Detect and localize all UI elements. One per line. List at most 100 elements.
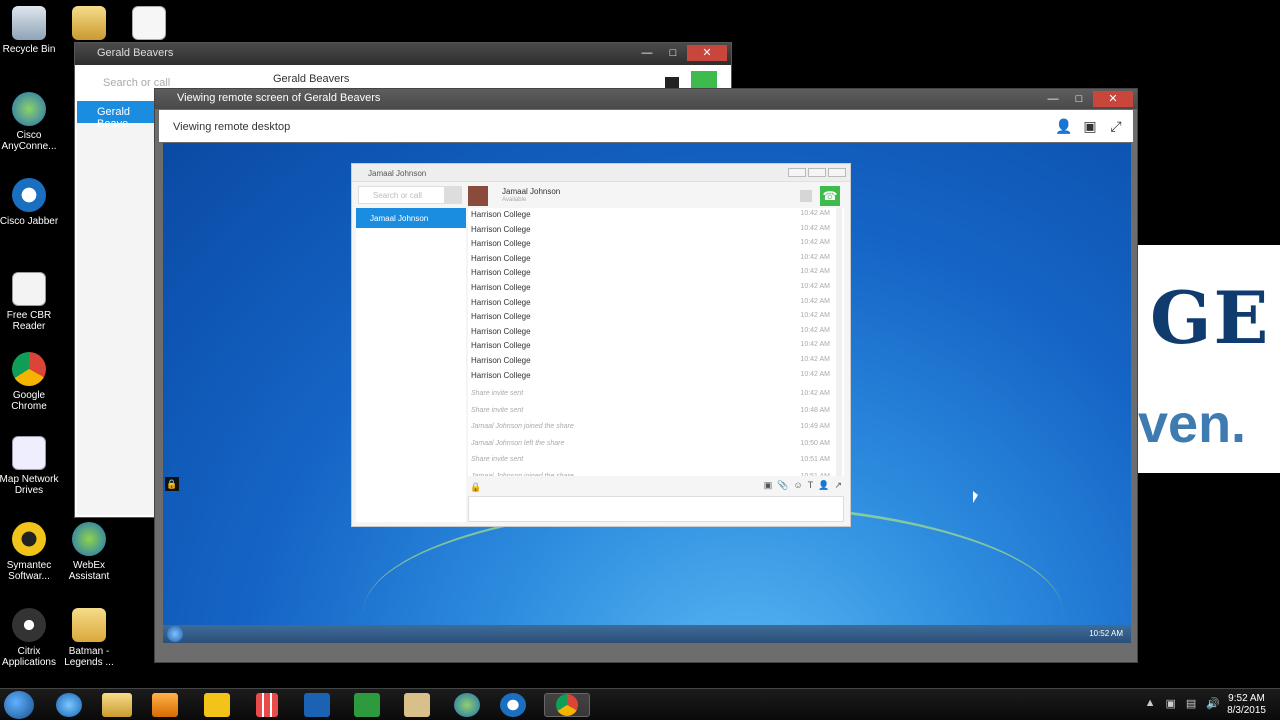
chrome-taskbar-button[interactable]: [544, 693, 590, 717]
avatar: [468, 186, 488, 206]
banner-text-bottom: ven.: [1138, 394, 1247, 454]
message-time: 10:42 AM: [800, 224, 830, 232]
tools-icon[interactable]: [404, 693, 430, 717]
desktop-icon-google-chrome[interactable]: Google Chrome: [0, 352, 60, 412]
ie-icon[interactable]: [56, 693, 82, 717]
desktop-icon-label: Batman - Legends ...: [64, 646, 114, 668]
font-icon[interactable]: T: [808, 480, 814, 491]
chrome-icon: [12, 352, 46, 386]
tray-device-icon[interactable]: ▣: [1165, 697, 1175, 710]
desktop-icon-free-cbr-reader[interactable]: Free CBR Reader: [0, 272, 60, 332]
desktop-icon-document[interactable]: [118, 6, 180, 44]
inner-sidebar: Jamaal Johnson: [356, 208, 466, 522]
back-window-titlebar[interactable]: Gerald Beavers — □ ✕: [75, 43, 731, 65]
back-contact-name: Gerald Beavers: [273, 73, 350, 85]
inner-window-titlebar[interactable]: Jamaal Johnson: [352, 164, 850, 182]
desktop-icon-cisco-anyconnect[interactable]: Cisco AnyConne...: [0, 92, 60, 152]
message-time: 10:42 AM: [800, 268, 830, 276]
add-participant-icon[interactable]: 👤: [1055, 118, 1073, 134]
inner-contact-status: Available: [502, 197, 527, 203]
volume-icon[interactable]: 🔊: [1206, 697, 1220, 710]
message-text: Harrison College: [471, 341, 531, 351]
spreadsheet-icon[interactable]: [354, 693, 380, 717]
desktop-icon-label: Free CBR Reader: [6, 310, 52, 332]
apps-grid-icon[interactable]: [256, 693, 278, 717]
message-time: 10:42 AM: [800, 253, 830, 261]
network-icon[interactable]: ▤: [1186, 697, 1196, 710]
inner-jabber-window[interactable]: Jamaal Johnson Search or call Jamaal Joh…: [351, 163, 851, 527]
maximize-button[interactable]: □: [1067, 91, 1091, 107]
popout-icon[interactable]: ↗: [834, 480, 842, 491]
message-time: 10:42 AM: [800, 370, 830, 378]
taskbar-clock[interactable]: 9:52 AM 8/3/2015: [1227, 693, 1266, 717]
network-globe-icon[interactable]: [454, 693, 480, 717]
system-message-row: Share invite sent 10:42 AM: [468, 387, 844, 404]
message-time: 10:42 AM: [800, 210, 830, 217]
taskbar-date: 8/3/2015: [1227, 705, 1266, 716]
desktop-icon-recycle-bin[interactable]: Recycle Bin: [0, 6, 60, 55]
symantec-icon: [12, 522, 46, 556]
minimize-button[interactable]: —: [635, 45, 659, 61]
message-text: Harrison College: [471, 297, 531, 307]
minimize-button[interactable]: —: [1041, 91, 1065, 107]
tray-expand-icon[interactable]: ▲: [1145, 697, 1156, 710]
desktop-icon-label: Google Chrome: [11, 390, 47, 412]
close-button[interactable]: [828, 168, 846, 177]
maximize-button[interactable]: [808, 168, 826, 177]
desktop-icon-label: Map Network Drives: [0, 474, 59, 496]
remote-desktop-area[interactable]: 🔒 Jamaal Johnson Search or call Jamaal J…: [163, 143, 1131, 643]
outlook-icon[interactable]: [304, 693, 330, 717]
close-button[interactable]: ✕: [1093, 91, 1133, 107]
desktop-icon-batman[interactable]: Batman - Legends ...: [58, 608, 120, 668]
close-button[interactable]: ✕: [687, 45, 727, 61]
start-button[interactable]: [4, 691, 34, 719]
contact-card-icon[interactable]: [800, 190, 812, 202]
back-sidebar: Gerald Beave: [77, 101, 155, 515]
add-participant-icon[interactable]: 👤: [818, 480, 829, 491]
message-row: Harrison College 10:42 AM: [468, 266, 844, 281]
back-sidebar-item[interactable]: Gerald Beave: [77, 101, 154, 130]
desktop-icon-symantec[interactable]: Symantec Softwar...: [0, 522, 60, 582]
desktop-icon-label: WebEx Assistant: [68, 560, 110, 582]
presentation-icon[interactable]: [204, 693, 230, 717]
message-text: Harrison College: [471, 239, 531, 249]
desktop-icon-label: Cisco AnyConne...: [1, 130, 57, 152]
remote-clock: 10:52 AM: [1089, 629, 1123, 638]
message-row: Harrison College 10:42 AM: [468, 237, 844, 252]
system-message-row: Jamaal Johnson joined the share 10:51 AM: [468, 470, 844, 476]
message-input[interactable]: [468, 496, 844, 522]
banner-text-top: GE: [1150, 275, 1271, 360]
remote-view-window[interactable]: Viewing remote screen of Gerald Beavers …: [154, 88, 1138, 663]
desktop-icon-cisco-jabber[interactable]: Cisco Jabber: [0, 178, 60, 227]
jabber-taskbar-icon[interactable]: [500, 693, 526, 717]
lock-icon: 🔒: [470, 482, 482, 492]
remote-start-icon[interactable]: [167, 626, 183, 642]
mouse-cursor: [973, 491, 978, 503]
phone-icon[interactable]: [444, 186, 462, 204]
remote-window-titlebar[interactable]: Viewing remote screen of Gerald Beavers …: [155, 89, 1137, 109]
system-message-time: 10:51 AM: [800, 456, 830, 464]
call-button[interactable]: ☎: [820, 186, 840, 206]
attach-icon[interactable]: 📎: [777, 480, 788, 491]
system-message-time: 10:42 AM: [800, 390, 830, 398]
message-row: Harrison College 10:42 AM: [468, 223, 844, 238]
fullscreen-icon[interactable]: ⤢: [1107, 118, 1125, 134]
recycle-bin-icon: [12, 6, 46, 40]
desktop-icon-webex-assistant[interactable]: WebEx Assistant: [58, 522, 120, 582]
desktop-icon-citrix[interactable]: Citrix Applications: [0, 608, 60, 668]
explorer-icon[interactable]: [102, 693, 132, 717]
inner-sidebar-item[interactable]: Jamaal Johnson: [356, 208, 466, 228]
desktop-icon-folder[interactable]: [58, 6, 120, 44]
chat-scrollbar[interactable]: [836, 208, 842, 476]
emoticon-icon[interactable]: ☺: [794, 480, 803, 491]
maximize-button[interactable]: □: [661, 45, 685, 61]
minimize-button[interactable]: [788, 168, 806, 177]
inner-search-input[interactable]: Search or call: [358, 186, 448, 204]
screen-control-icon[interactable]: ▣: [1081, 118, 1099, 134]
chat-history[interactable]: Harrison College 10:42 AM Harrison College…: [468, 208, 844, 476]
message-text: Harrison College: [471, 224, 531, 234]
cbr-reader-icon: [12, 272, 46, 306]
screen-share-icon[interactable]: ▣: [764, 480, 773, 491]
desktop-icon-map-network-drives[interactable]: Map Network Drives: [0, 436, 60, 496]
media-player-icon[interactable]: [152, 693, 178, 717]
